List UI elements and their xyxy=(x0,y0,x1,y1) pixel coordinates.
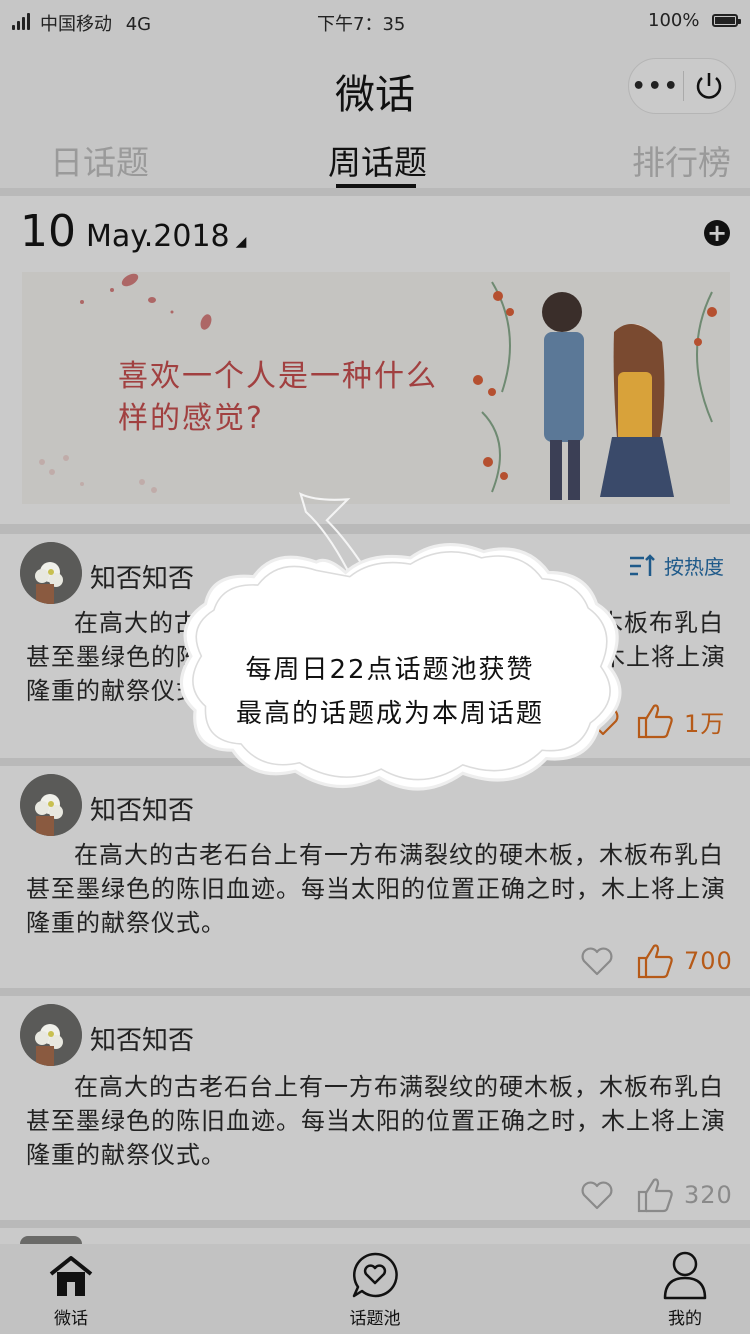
tooltip-line-2: 最高的话题成为本周话题 xyxy=(235,699,544,729)
more-icon[interactable]: ••• xyxy=(629,74,683,99)
avatar xyxy=(20,1236,82,1244)
caret-down-icon: ◢ xyxy=(235,234,247,250)
post-actions: 700 xyxy=(580,942,733,980)
tab-ranking[interactable]: 排行榜 xyxy=(632,136,731,184)
avatar[interactable] xyxy=(20,1004,82,1066)
tab-weekly[interactable]: 周话题 xyxy=(328,136,427,184)
tooltip-line-1: 每周日22点话题池获赞 xyxy=(245,655,535,685)
nav-bar: 微话 ••• xyxy=(0,42,750,132)
post-card xyxy=(0,1228,750,1244)
thumbs-up-icon[interactable] xyxy=(636,1176,676,1214)
post-actions: 320 xyxy=(580,1176,733,1214)
avatar[interactable] xyxy=(20,542,82,604)
battery-percent: 100% xyxy=(648,10,700,31)
bottom-tab-bar: 微话 话题池 我的 xyxy=(0,1244,750,1334)
like-count: 700 xyxy=(684,947,733,975)
heart-bubble-icon xyxy=(352,1252,398,1298)
post-author[interactable]: 知否知否 xyxy=(90,1020,194,1057)
topic-tabs: 日话题 周话题 排行榜 xyxy=(0,132,750,188)
heart-icon[interactable] xyxy=(580,944,614,978)
sort-label: 按热度 xyxy=(664,555,724,579)
post-text: 在高大的古老石台上有一方布满裂纹的硬木板，木板布乳白甚至墨绿色的陈旧血迹。每当太… xyxy=(26,1073,726,1169)
date-day: 10 xyxy=(20,206,76,257)
tabbar-label: 话题池 xyxy=(349,1309,401,1329)
date-month-year: May.2018 xyxy=(86,219,230,254)
thumbs-up-icon[interactable] xyxy=(636,702,676,740)
tabbar-label: 我的 xyxy=(668,1309,702,1329)
like-count: 1万 xyxy=(684,709,726,738)
tabbar-item-home[interactable]: 微话 xyxy=(30,1244,112,1334)
tabbar-item-mine[interactable]: 我的 xyxy=(644,1244,726,1334)
tooltip-text: 每周日22点话题池获赞 最高的话题成为本周话题 xyxy=(200,648,580,736)
carrier-name: 中国移动 xyxy=(40,14,112,35)
thumbs-up-icon[interactable] xyxy=(636,942,676,980)
banner-topic-text: 喜欢一个人是一种什么样的感觉? xyxy=(118,359,438,436)
home-icon xyxy=(49,1256,93,1296)
battery-icon xyxy=(712,14,741,27)
sort-by-hot-button[interactable]: 按热度 xyxy=(628,551,724,580)
sort-icon xyxy=(630,553,655,576)
date-selector[interactable]: 10 May.2018 ◢ xyxy=(20,206,246,257)
tab-daily[interactable]: 日话题 xyxy=(50,136,149,184)
tabbar-item-topic-pool[interactable]: 话题池 xyxy=(330,1244,420,1334)
signal-icon xyxy=(12,12,34,30)
add-icon[interactable]: + xyxy=(704,220,730,246)
person-icon xyxy=(663,1251,707,1300)
clock: 下午7：35 xyxy=(317,14,406,35)
tooltip-cloud xyxy=(179,492,622,791)
status-bar: 中国移动 4G 下午7：35 100% xyxy=(0,0,750,42)
tabbar-label: 微话 xyxy=(54,1309,88,1329)
mini-program-capsule: ••• xyxy=(628,58,736,114)
avatar[interactable] xyxy=(20,774,82,836)
close-icon[interactable] xyxy=(683,69,735,103)
network-type: 4G xyxy=(125,14,152,35)
like-count: 320 xyxy=(684,1181,733,1209)
post-text: 在高大的古老石台上有一方布满裂纹的硬木板，木板布乳白甚至墨绿色的陈旧血迹。每当太… xyxy=(26,841,726,937)
heart-icon[interactable] xyxy=(580,1178,614,1212)
